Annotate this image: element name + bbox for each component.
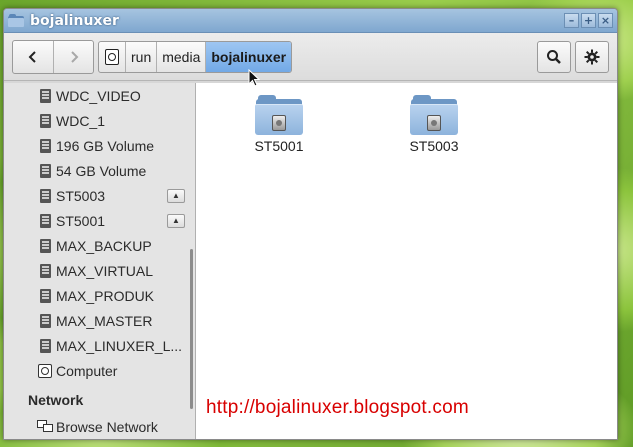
sidebar-item-label: WDC_VIDEO	[56, 87, 141, 104]
window-title: bojalinuxer	[30, 12, 119, 29]
sidebar-item-label: ST5003	[56, 187, 106, 204]
minimize-button[interactable]: –	[564, 13, 579, 28]
chevron-left-icon	[28, 50, 36, 63]
close-button[interactable]: ×	[598, 13, 613, 28]
drive-icon	[40, 338, 51, 353]
drive-folder-icon	[410, 95, 458, 135]
drive-icon	[40, 163, 51, 178]
folder-item-st5001[interactable]: ST5001	[234, 95, 324, 154]
sidebar-item-196gb[interactable]: 196 GB Volume	[4, 133, 195, 158]
drive-icon	[40, 238, 51, 253]
path-root[interactable]	[99, 42, 125, 72]
drive-icon	[40, 138, 51, 153]
drive-folder-icon	[255, 95, 303, 135]
drive-icon	[40, 213, 51, 228]
eject-icon: ▲	[172, 215, 180, 225]
file-view[interactable]: ST5001 ST5003 http://bojalinuxer.blogspo…	[196, 83, 617, 439]
path-segment-bojalinuxer[interactable]: bojalinuxer	[205, 41, 292, 72]
drive-icon	[40, 188, 51, 203]
sidebar-item-label: ST5001	[56, 212, 106, 229]
file-label: ST5001	[254, 138, 304, 154]
breadcrumb: run media bojalinuxer	[98, 40, 293, 73]
path-segment-run[interactable]: run	[125, 41, 156, 72]
eject-button[interactable]: ▲	[167, 213, 185, 228]
gear-icon	[584, 49, 600, 64]
sidebar-item-label: 54 GB Volume	[56, 162, 147, 179]
sidebar-item-label: MAX_LINUXER_L...	[56, 337, 183, 354]
sidebar-scrollbar[interactable]	[190, 249, 193, 409]
sidebar-item-wdc-1[interactable]: WDC_1	[4, 108, 195, 133]
sidebar-item-label: 196 GB Volume	[56, 137, 155, 154]
eject-button[interactable]: ▲	[167, 188, 185, 203]
history-nav	[12, 39, 94, 74]
sidebar-item-max-virtual[interactable]: MAX_VIRTUAL	[4, 258, 195, 283]
watermark-url: http://bojalinuxer.blogspot.com	[206, 397, 469, 418]
sidebar-item-label: Browse Network	[56, 418, 158, 435]
sidebar-item-max-linuxer[interactable]: MAX_LINUXER_L...	[4, 333, 195, 358]
sidebar-item-label: MAX_VIRTUAL	[56, 262, 153, 279]
sidebar-item-54gb[interactable]: 54 GB Volume	[4, 158, 195, 183]
title-bar[interactable]: bojalinuxer – + ×	[4, 9, 617, 33]
drive-icon	[40, 313, 51, 328]
sidebar-item-st5003[interactable]: ST5003 ▲	[4, 183, 195, 208]
drive-icon	[40, 113, 51, 128]
sidebar-item-computer[interactable]: Computer	[4, 358, 195, 383]
network-icon	[37, 419, 53, 434]
path-segment-media[interactable]: media	[156, 41, 205, 72]
file-manager-window: bojalinuxer – + × run media bojalinuxer	[3, 8, 618, 440]
file-label: ST5003	[409, 138, 459, 154]
drive-icon	[40, 288, 51, 303]
sidebar-item-wdc-video[interactable]: WDC_VIDEO	[4, 83, 195, 108]
eject-icon: ▲	[172, 190, 180, 200]
sidebar-item-st5001[interactable]: ST5001 ▲	[4, 208, 195, 233]
forward-button[interactable]	[53, 40, 93, 73]
sidebar-item-label: WDC_1	[56, 112, 106, 129]
sidebar-item-label: Computer	[56, 362, 118, 379]
drive-icon	[105, 48, 119, 65]
folder-item-st5003[interactable]: ST5003	[389, 95, 479, 154]
sidebar-item-max-produk[interactable]: MAX_PRODUK	[4, 283, 195, 308]
sidebar-item-browse-network[interactable]: Browse Network	[4, 414, 195, 439]
chevron-right-icon	[70, 50, 78, 63]
maximize-button[interactable]: +	[581, 13, 596, 28]
drive-icon	[40, 263, 51, 278]
computer-icon	[38, 363, 52, 378]
sidebar-item-label: MAX_MASTER	[56, 312, 153, 329]
sidebar-section-network: Network	[28, 392, 84, 408]
sidebar-item-label: MAX_PRODUK	[56, 287, 155, 304]
folder-icon	[8, 13, 24, 28]
toolbar: run media bojalinuxer	[4, 33, 617, 81]
sidebar-item-max-backup[interactable]: MAX_BACKUP	[4, 233, 195, 258]
back-button[interactable]	[13, 41, 53, 73]
sidebar-item-max-master[interactable]: MAX_MASTER	[4, 308, 195, 333]
search-button[interactable]	[537, 40, 571, 73]
sidebar-item-label: MAX_BACKUP	[56, 237, 152, 254]
sidebar: WDC_VIDEO WDC_1 196 GB Volume 54 GB Volu…	[4, 83, 196, 439]
drive-icon	[40, 88, 51, 103]
settings-button[interactable]	[575, 40, 609, 73]
search-icon	[547, 49, 561, 64]
